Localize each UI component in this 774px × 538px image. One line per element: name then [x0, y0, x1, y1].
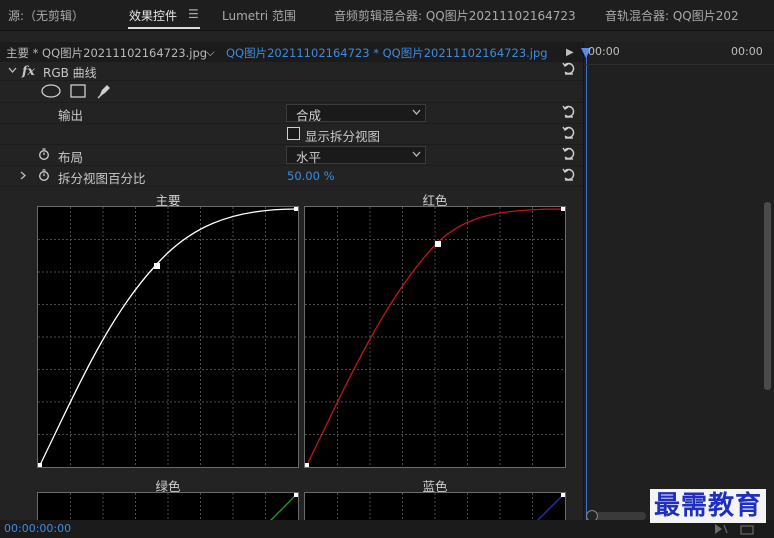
clip-selector-bar: 主要 * QQ图片20211102164723.jpg ⌵ QQ图片202111…	[0, 42, 583, 62]
rectangle-mask-icon[interactable]	[70, 84, 86, 98]
tab-menu-icon[interactable]: ☰	[188, 7, 199, 21]
effect-header-row[interactable]: fx RGB 曲线	[0, 62, 583, 81]
reset-icon[interactable]	[562, 126, 576, 140]
timeline-time-start: 00:00	[588, 45, 620, 58]
curve-point[interactable]	[154, 263, 160, 269]
play-only-icon[interactable]	[714, 523, 728, 535]
sequence-clip-label[interactable]: QQ图片20211102164723 * QQ图片20211102164723.…	[226, 45, 548, 61]
blue-curve-panel[interactable]	[304, 492, 566, 524]
master-curve-panel[interactable]	[37, 206, 299, 468]
reset-icon[interactable]	[562, 147, 576, 161]
curve-point[interactable]	[561, 493, 565, 497]
layout-value: 水平	[296, 150, 322, 165]
red-curve-panel[interactable]	[304, 206, 566, 468]
current-timecode[interactable]: 00:00:00:00	[4, 522, 71, 535]
panel-tab-bar: 源:（无剪辑） 效果控件 ☰ Lumetri 范围 音频剪辑混合器: QQ图片2…	[0, 0, 774, 31]
curve-grid	[70, 493, 266, 523]
reset-icon[interactable]	[562, 62, 576, 76]
blue-curve-line[interactable]	[534, 494, 564, 524]
playhead-line[interactable]	[586, 50, 587, 520]
split-percent-row: 拆分视图百分比 50.00 %	[0, 165, 583, 187]
vertical-scrollbar[interactable]	[764, 202, 771, 390]
watermark-logo: 最需教育	[650, 489, 767, 523]
curve-point[interactable]	[38, 463, 42, 467]
curve-grid	[337, 493, 533, 523]
curve-point[interactable]	[561, 207, 565, 211]
chevron-down-icon	[412, 151, 421, 157]
play-triangle-icon[interactable]: ▶	[566, 47, 574, 58]
chevron-down-icon	[412, 109, 421, 115]
tab-audio-track-mixer[interactable]: 音轨混合器: QQ图片202	[605, 7, 739, 24]
master-curve-graph[interactable]	[38, 207, 298, 467]
mask-tools-row	[0, 80, 583, 103]
stopwatch-icon[interactable]	[38, 148, 50, 160]
split-percent-value[interactable]: 50.00 %	[287, 169, 335, 183]
red-curve-graph[interactable]	[305, 207, 565, 467]
output-dropdown[interactable]: 合成	[286, 104, 426, 123]
green-curve-panel[interactable]	[37, 492, 299, 524]
tab-effect-controls[interactable]: 效果控件	[129, 7, 177, 24]
clip-chevron-icon[interactable]: ⌵	[206, 45, 215, 60]
ellipse-mask-icon[interactable]	[41, 84, 61, 98]
collapse-chevron-icon[interactable]	[8, 67, 17, 74]
tab-audio-clip-mixer[interactable]: 音频剪辑混合器: QQ图片20211102164723	[334, 7, 576, 24]
blue-curve-graph[interactable]	[305, 493, 565, 524]
effect-name: RGB 曲线	[43, 66, 97, 80]
layout-row: 布局 水平	[0, 144, 583, 166]
curve-point[interactable]	[294, 207, 298, 211]
split-percent-label: 拆分视图百分比	[58, 171, 146, 186]
timeline-pane[interactable]: 00:00 00:00	[581, 42, 774, 522]
split-view-row: 显示拆分视图	[0, 123, 583, 145]
stopwatch-icon[interactable]	[38, 169, 50, 181]
timeline-time-end: 00:00	[731, 45, 763, 58]
fx-badge-icon[interactable]: fx	[22, 63, 35, 78]
reset-icon[interactable]	[562, 168, 576, 182]
output-value: 合成	[296, 108, 322, 123]
export-frame-icon[interactable]	[740, 523, 754, 535]
master-clip-label[interactable]: 主要 * QQ图片20211102164723.jpg	[6, 45, 207, 61]
curve-point[interactable]	[294, 493, 298, 497]
curve-point[interactable]	[305, 463, 309, 467]
curve-point[interactable]	[435, 241, 441, 247]
split-view-label: 显示拆分视图	[305, 129, 381, 144]
layout-label: 布局	[58, 150, 84, 165]
green-curve-line[interactable]	[267, 494, 297, 524]
timeline-divider	[584, 64, 774, 65]
tab-source[interactable]: 源:（无剪辑）	[8, 7, 84, 24]
split-view-checkbox[interactable]	[287, 127, 300, 140]
output-label: 输出	[58, 108, 84, 123]
output-row: 输出 合成	[0, 102, 583, 124]
layout-dropdown[interactable]: 水平	[286, 146, 426, 165]
green-curve-graph[interactable]	[38, 493, 298, 524]
pen-mask-icon[interactable]	[96, 82, 113, 99]
expand-chevron-icon[interactable]	[20, 171, 27, 180]
reset-icon[interactable]	[562, 105, 576, 119]
tab-lumetri-scopes[interactable]: Lumetri 范围	[222, 7, 296, 24]
active-tab-indicator	[128, 27, 200, 29]
curve-grid	[38, 207, 298, 467]
